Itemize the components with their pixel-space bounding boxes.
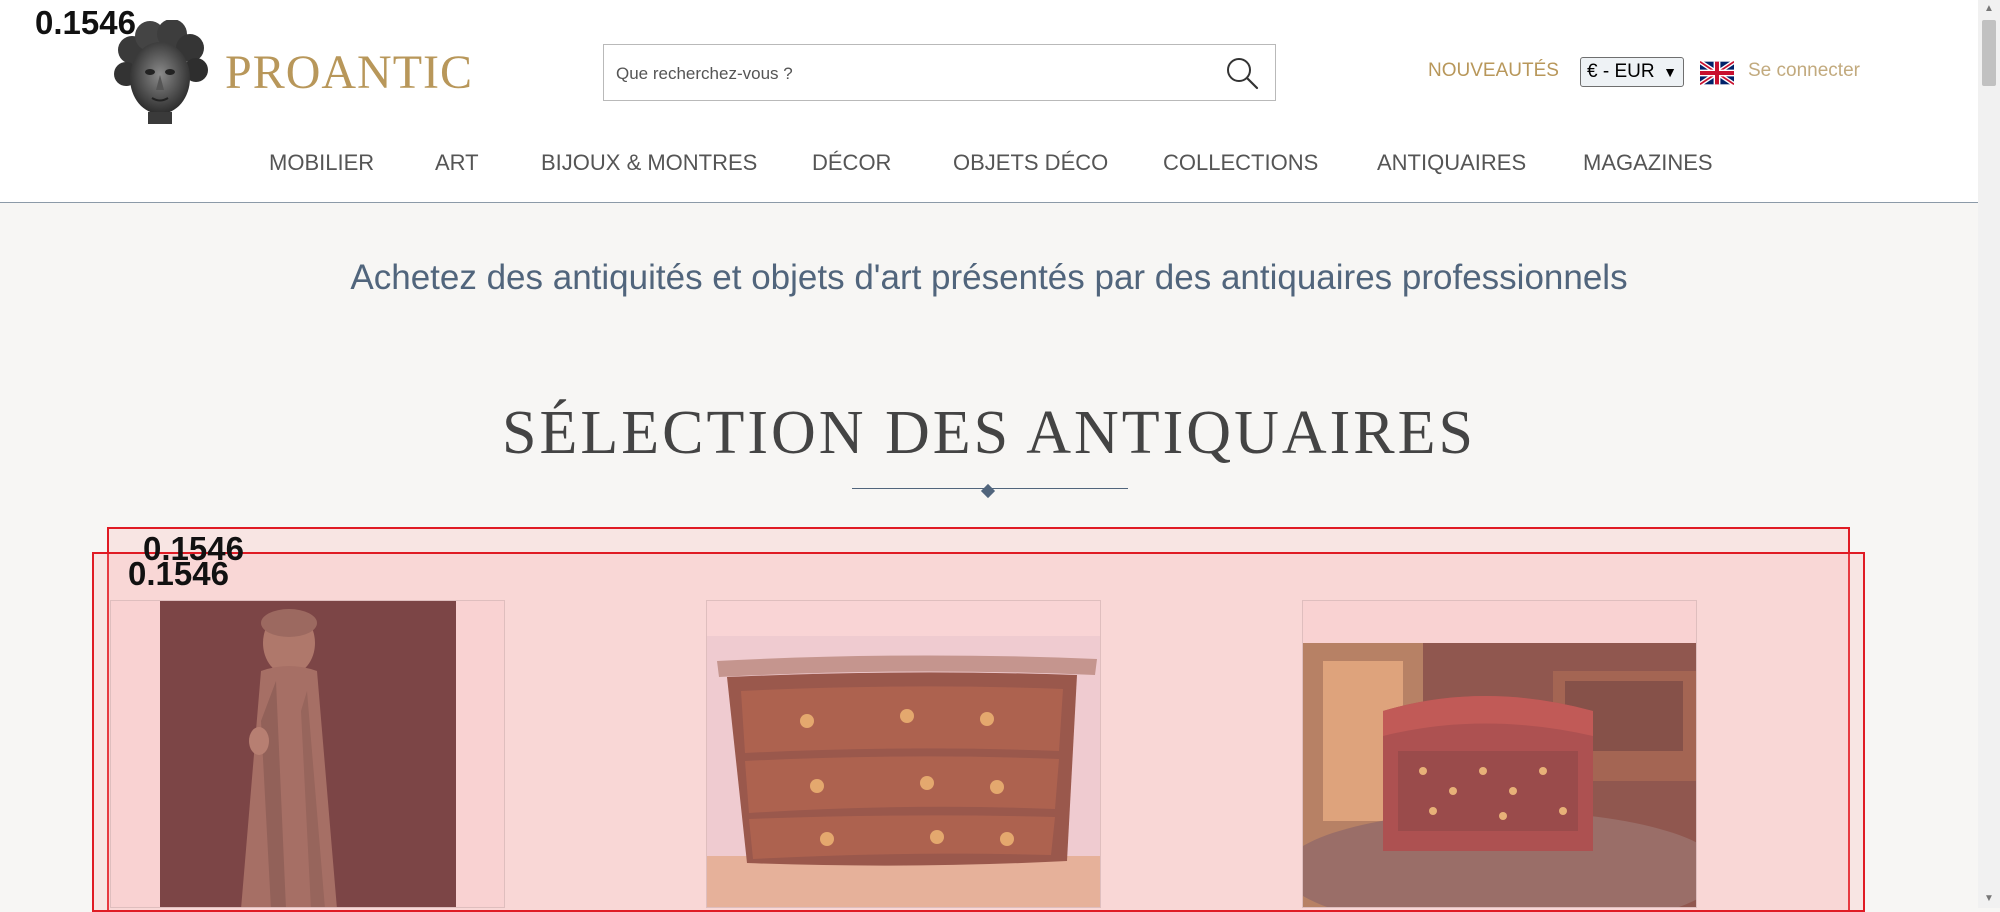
currency-select[interactable]: € - EUR ▼ [1580, 57, 1684, 87]
overlay-score: 0.1546 [128, 555, 229, 592]
nav-item-objets-deco[interactable]: OBJETS DÉCO [953, 150, 1108, 176]
nav-item-magazines[interactable]: MAGAZINES [1583, 150, 1713, 176]
nav-item-collections[interactable]: COLLECTIONS [1163, 150, 1318, 176]
search-box[interactable] [603, 44, 1276, 101]
nav-item-decor[interactable]: DÉCOR [812, 150, 891, 176]
login-link[interactable]: Se connecter [1748, 60, 1860, 82]
detection-box-inner [92, 552, 1865, 912]
nav-item-mobilier[interactable]: MOBILIER [269, 150, 374, 176]
scroll-down-arrow-icon[interactable]: ▼ [1978, 890, 2000, 908]
logo-text[interactable]: PROANTIC [225, 45, 473, 100]
page-scrollbar[interactable]: ▲ ▼ [1978, 0, 2000, 908]
search-input[interactable] [614, 59, 1178, 89]
search-icon[interactable] [1224, 55, 1260, 91]
scroll-thumb[interactable] [1982, 20, 1996, 86]
nav-item-bijoux-montres[interactable]: BIJOUX & MONTRES [541, 150, 757, 176]
site-header: PROANTIC NOUVEAUTÉS € - EUR ▼ Se connect… [0, 0, 1978, 203]
overlay-score: 0.1546 [35, 4, 136, 41]
nav-item-antiquaires[interactable]: ANTIQUAIRES [1377, 150, 1526, 176]
uk-flag-icon[interactable] [1700, 60, 1734, 86]
nav-item-art[interactable]: ART [435, 150, 479, 176]
page-tagline: Achetez des antiquités et objets d'art p… [350, 258, 1628, 297]
scroll-up-arrow-icon[interactable]: ▲ [1978, 0, 2000, 18]
main-nav: MOBILIER ART BIJOUX & MONTRES DÉCOR OBJE… [0, 150, 1978, 180]
currency-selected-value: € - EUR [1587, 61, 1655, 82]
chevron-down-icon: ▼ [1663, 64, 1677, 80]
divider-diamond [980, 483, 996, 499]
nouveautes-link[interactable]: NOUVEAUTÉS [1428, 60, 1559, 82]
section-title: SÉLECTION DES ANTIQUAIRES [502, 399, 1476, 467]
